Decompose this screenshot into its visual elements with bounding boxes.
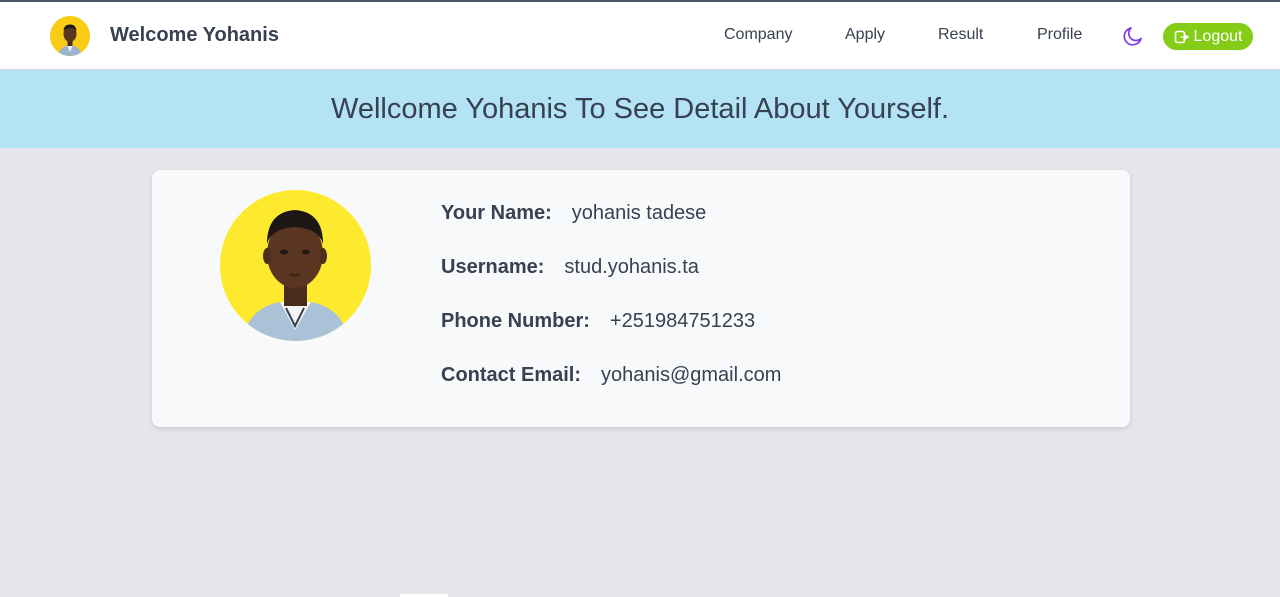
avatar-person-icon xyxy=(50,15,90,56)
phone-label: Phone Number: xyxy=(441,310,590,332)
profile-card: Your Name: yohanis tadese Username: stud… xyxy=(152,170,1130,427)
detail-row-username: Username: stud.yohanis.ta xyxy=(441,256,781,310)
welcome-banner: Wellcome Yohanis To See Detail About You… xyxy=(0,70,1280,148)
logout-icon xyxy=(1174,30,1190,43)
phone-value: +251984751233 xyxy=(609,310,756,332)
avatar[interactable] xyxy=(50,15,90,56)
detail-row-email: Contact Email: yohanis@gmail.com xyxy=(441,364,781,418)
name-label: Your Name: xyxy=(441,202,552,224)
brand: Welcome Yohanis xyxy=(50,15,279,56)
brand-title: Welcome Yohanis xyxy=(110,24,279,46)
email-value: yohanis@gmail.com xyxy=(601,364,782,386)
logout-label: Logout xyxy=(1193,27,1243,45)
nav-profile-link[interactable]: Profile xyxy=(1037,26,1082,44)
detail-row-name: Your Name: yohanis tadese xyxy=(441,202,781,256)
username-value: stud.yohanis.ta xyxy=(564,256,699,278)
profile-details: Your Name: yohanis tadese Username: stud… xyxy=(441,202,781,418)
logout-button[interactable]: Logout xyxy=(1163,23,1253,50)
profile-person-image xyxy=(220,190,371,341)
navbar: Welcome Yohanis Company Apply Result Pro… xyxy=(0,0,1280,70)
email-label: Contact Email: xyxy=(441,364,582,386)
nav-company-link[interactable]: Company xyxy=(724,26,792,44)
detail-row-phone: Phone Number: +251984751233 xyxy=(441,310,781,364)
profile-photo xyxy=(220,190,371,341)
moon-icon[interactable] xyxy=(1121,24,1145,48)
username-label: Username: xyxy=(441,256,545,278)
nav-apply-link[interactable]: Apply xyxy=(845,26,885,44)
banner-heading: Wellcome Yohanis To See Detail About You… xyxy=(330,92,950,125)
name-value: yohanis tadese xyxy=(571,202,707,224)
nav-result-link[interactable]: Result xyxy=(938,26,983,44)
